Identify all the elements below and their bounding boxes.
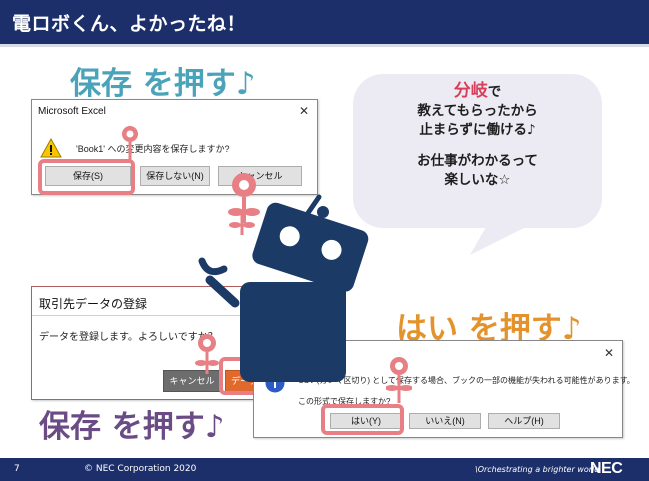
bubble-line5: 楽しいな☆ xyxy=(444,172,511,188)
close-icon[interactable]: ✕ xyxy=(299,104,309,118)
slide-footer: 7 © NEC Corporation 2020 \Orchestrating … xyxy=(0,458,649,481)
bubble-line3: 止まらずに働ける♪ xyxy=(419,122,536,138)
speech-bubble-text: 分岐で 教えてもらったから 止まらずに働ける♪ お仕事がわかるって 楽しいな☆ xyxy=(353,82,602,190)
dialog-title: Microsoft Excel xyxy=(38,106,106,117)
dialog-message: 'Book1' への変更内容を保存しますか? xyxy=(76,144,230,154)
bubble-accent-word: 分岐 xyxy=(453,81,488,101)
help-button[interactable]: ヘルプ(H) xyxy=(488,413,560,429)
slide-title: 電ロボくん、よかったね！ xyxy=(12,13,247,35)
header-rule xyxy=(0,44,649,47)
nec-logo: NEC xyxy=(590,460,623,477)
flower-icon xyxy=(228,173,260,223)
dialog-title: 取引先データの登録 xyxy=(39,297,148,311)
no-button[interactable]: いいえ(N) xyxy=(409,413,481,429)
copyright: © NEC Corporation 2020 xyxy=(84,464,197,474)
bubble-line4: お仕事がわかるって xyxy=(417,153,538,169)
flower-icon xyxy=(195,334,219,374)
warning-icon xyxy=(40,138,62,158)
bubble-line2: 教えてもらったから xyxy=(417,103,538,119)
tagline: \Orchestrating a brighter world xyxy=(475,465,600,474)
highlight-yes-button xyxy=(321,404,404,435)
flower-icon xyxy=(122,126,138,162)
highlight-save-button xyxy=(38,159,135,195)
flower-icon xyxy=(386,357,412,403)
slide-header: 電ロボくん、よかったね！ xyxy=(0,0,649,44)
page-number: 7 xyxy=(14,464,20,474)
label-save-bottom: 保存 を押す♪ xyxy=(39,409,225,445)
bubble-line1: で xyxy=(487,84,502,100)
label-save-top: 保存 を押す♪ xyxy=(70,66,256,102)
close-icon[interactable]: ✕ xyxy=(604,346,614,360)
